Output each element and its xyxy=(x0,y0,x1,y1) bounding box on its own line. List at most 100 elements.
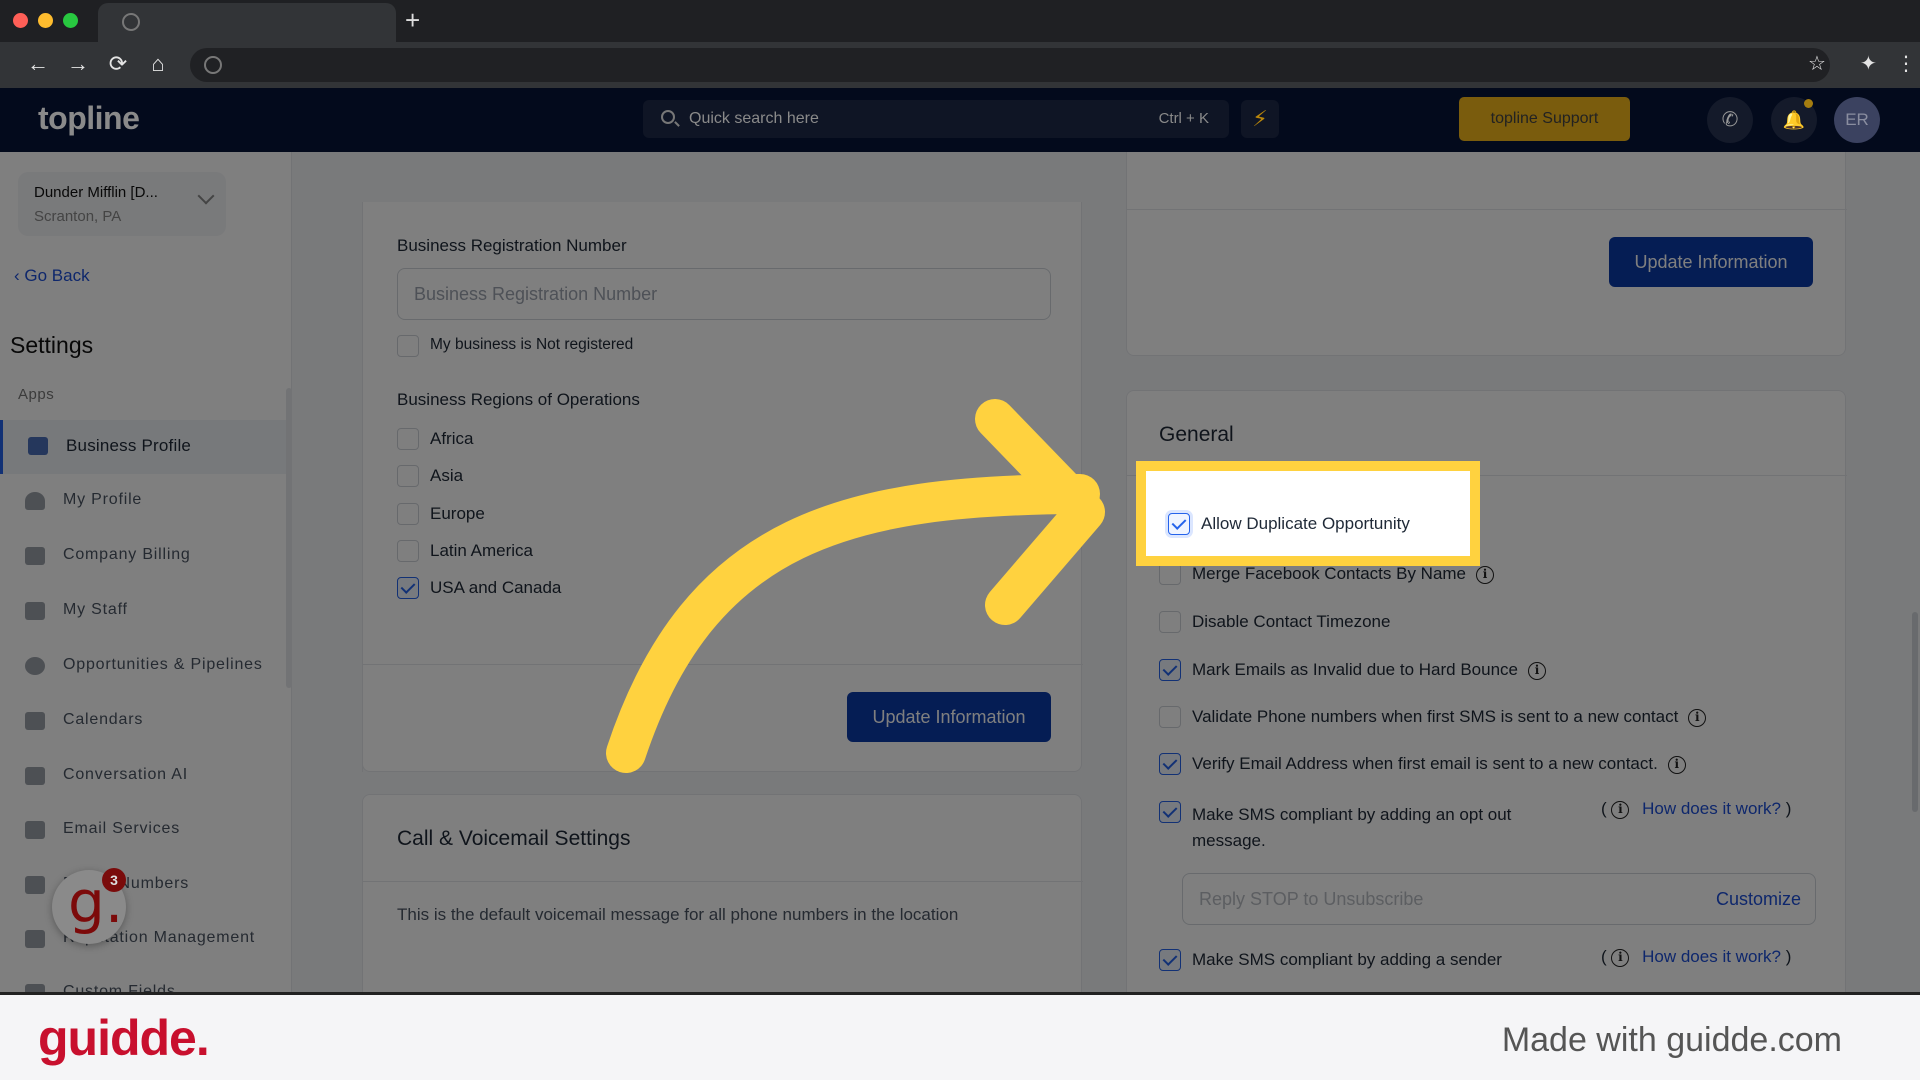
topline-logo[interactable]: topline xyxy=(38,100,140,137)
opt-out-message-input[interactable]: Reply STOP to Unsubscribe Customize xyxy=(1182,873,1816,925)
info-icon[interactable]: i xyxy=(1688,708,1707,727)
phone-icon: ✆ xyxy=(1721,109,1739,131)
account-name: Dunder Mifflin [D... xyxy=(34,184,158,201)
sidebar-item-my-profile[interactable]: My Profile xyxy=(0,475,286,529)
sidebar-item-email-services[interactable]: Email Services xyxy=(0,804,286,858)
user-avatar[interactable]: ER xyxy=(1834,97,1880,143)
checkbox[interactable] xyxy=(397,540,419,562)
go-back-link[interactable]: ‹ Go Back xyxy=(14,266,90,286)
account-switcher[interactable]: Dunder Mifflin [D... Scranton, PA xyxy=(18,172,226,236)
browser-tab[interactable] xyxy=(98,3,396,43)
sidebar-item-business-profile[interactable]: Business Profile xyxy=(0,420,286,474)
support-button[interactable]: topline Support xyxy=(1459,97,1630,141)
checkbox[interactable] xyxy=(397,428,419,450)
notifications-button[interactable]: 🔔 xyxy=(1771,97,1817,143)
info-icon[interactable]: i xyxy=(1611,800,1630,819)
how-does-it-work-link[interactable]: How does it work? xyxy=(1642,947,1781,966)
sidebar-item-conversation-ai[interactable]: Conversation AI xyxy=(0,750,286,804)
back-button[interactable]: ← xyxy=(24,50,52,78)
how-does-it-work-link[interactable]: How does it work? xyxy=(1642,799,1781,818)
new-tab-button[interactable]: + xyxy=(405,6,420,34)
phone-icon xyxy=(25,876,45,894)
customize-link[interactable]: Customize xyxy=(1716,889,1801,910)
sidebar-item-phone-numbers[interactable]: Phone Numbers xyxy=(0,859,286,913)
checkbox[interactable] xyxy=(1159,563,1181,585)
checkbox-label: Europe xyxy=(430,504,485,523)
how-does-it-work-group: ( i How does it work? ) xyxy=(1601,947,1792,967)
sidebar-scrollbar[interactable] xyxy=(286,388,292,688)
main-scrollbar[interactable] xyxy=(1912,612,1918,812)
checkbox-label: Verify Email Address when first email is… xyxy=(1192,754,1686,774)
forward-button[interactable]: → xyxy=(64,50,92,78)
allow-duplicate-opportunity-checkbox[interactable] xyxy=(1168,513,1190,535)
calendar-icon xyxy=(25,712,45,730)
sidebar-item-label: Opportunities & Pipelines xyxy=(63,656,263,673)
search-icon xyxy=(661,110,675,124)
address-bar[interactable] xyxy=(190,48,1830,82)
checkbox-label: Disable Contact Timezone xyxy=(1192,612,1391,631)
bookmark-star-icon[interactable]: ☆ xyxy=(1808,51,1826,77)
checkbox[interactable] xyxy=(1159,801,1181,823)
voicemail-description: This is the default voicemail message fo… xyxy=(397,905,959,924)
checkbox[interactable] xyxy=(1159,659,1181,681)
guidde-logo: guidde. xyxy=(38,1010,210,1066)
card-edge xyxy=(362,202,363,772)
checkbox[interactable] xyxy=(1159,949,1181,971)
home-button[interactable]: ⌂ xyxy=(144,50,172,78)
settings-title: Settings xyxy=(10,332,94,358)
info-icon[interactable]: i xyxy=(1528,661,1546,680)
quick-search-input[interactable]: Quick search here Ctrl + K xyxy=(643,100,1229,138)
sidebar-item-my-staff[interactable]: My Staff xyxy=(0,585,286,639)
window-minimize-button[interactable] xyxy=(38,13,53,28)
highlight-box: Allow Duplicate Opportunity xyxy=(1136,461,1480,566)
account-location: Scranton, PA xyxy=(34,208,122,225)
extensions-icon[interactable]: ✦ xyxy=(1860,51,1877,77)
phone-button[interactable]: ✆ xyxy=(1707,97,1753,143)
info-icon[interactable]: i xyxy=(1611,948,1630,967)
sidebar-item-label: Custom Fields xyxy=(63,983,176,992)
window-maximize-button[interactable] xyxy=(63,13,78,28)
checkbox[interactable] xyxy=(397,503,419,525)
sidebar-item-calendars[interactable]: Calendars xyxy=(0,695,286,749)
search-shortcut-hint: Ctrl + K xyxy=(1158,110,1209,127)
chevron-left-icon: ‹ xyxy=(14,266,25,285)
reg-number-input[interactable]: Business Registration Number xyxy=(397,268,1051,320)
call-voicemail-card: Call & Voicemail Settings This is the de… xyxy=(362,794,1083,992)
sidebar-item-opportunities[interactable]: Opportunities & Pipelines xyxy=(0,640,286,694)
reload-button[interactable]: ⟳ xyxy=(104,50,132,78)
mail-icon xyxy=(25,821,45,839)
sidebar-item-custom-fields[interactable]: Custom Fields xyxy=(0,967,286,992)
user-icon xyxy=(25,492,45,510)
globe-icon xyxy=(204,56,222,74)
guidde-bubble[interactable]: g. 3 xyxy=(52,868,126,944)
billing-grid-icon xyxy=(25,547,45,565)
checkbox-label: Mark Emails as Invalid due to Hard Bounc… xyxy=(1192,660,1546,680)
checkbox[interactable] xyxy=(1159,611,1181,633)
general-title: General xyxy=(1159,423,1234,446)
checkbox-label: My business is Not registered xyxy=(430,336,634,353)
sidebar-item-label: Email Services xyxy=(63,820,181,837)
browser-toolbar: ← → ⟳ ⌂ ☆ ✦ ⋮ xyxy=(0,42,1920,88)
made-with-guidde: Made with guidde.com xyxy=(1501,1021,1842,1059)
browser-menu-icon[interactable]: ⋮ xyxy=(1896,51,1916,77)
sidebar-item-label: My Profile xyxy=(63,491,143,508)
checkbox-label: Merge Facebook Contacts By Name i xyxy=(1192,564,1495,584)
checkbox[interactable] xyxy=(397,465,419,487)
checkbox[interactable] xyxy=(1159,753,1181,775)
checkbox-label: Make SMS compliant by adding a sender xyxy=(1192,950,1502,969)
sidebar-item-label: My Staff xyxy=(63,601,128,618)
sidebar-item-reputation-management[interactable]: Reputation Management xyxy=(0,913,286,967)
apps-section-label: Apps xyxy=(18,386,55,403)
checkbox[interactable] xyxy=(397,335,419,357)
checkbox[interactable] xyxy=(397,577,419,599)
info-icon[interactable]: i xyxy=(1667,755,1686,774)
update-information-button-right[interactable]: Update Information xyxy=(1609,237,1813,287)
sidebar-item-company-billing[interactable]: Company Billing xyxy=(0,530,286,584)
update-information-button[interactable]: Update Information xyxy=(847,692,1051,742)
go-back-label: Go Back xyxy=(24,266,90,285)
checkbox-label: Asia xyxy=(430,466,464,485)
lightning-bolt-icon[interactable]: ⚡ xyxy=(1241,100,1279,138)
info-icon[interactable]: i xyxy=(1476,565,1495,584)
window-close-button[interactable] xyxy=(13,13,28,28)
checkbox[interactable] xyxy=(1159,706,1181,728)
